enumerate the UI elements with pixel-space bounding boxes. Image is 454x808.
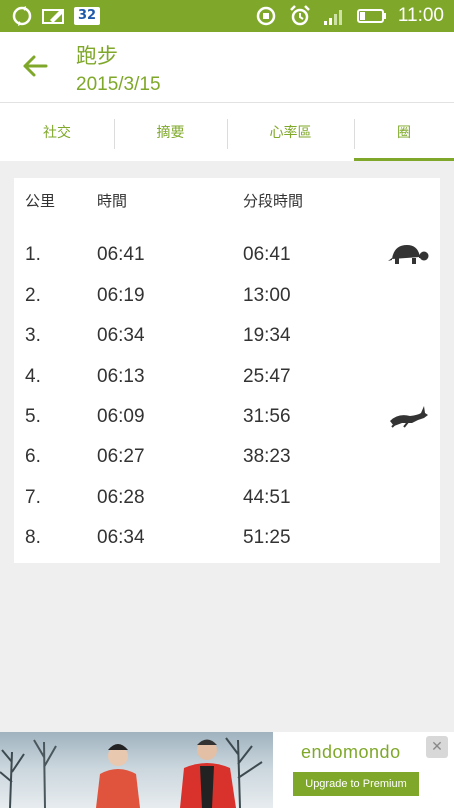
lap-row: 7. 06:28 44:51 [14, 478, 440, 518]
signal-icon [322, 5, 346, 27]
tab-label: 摘要 [156, 125, 185, 141]
column-header-km: 公里 [25, 192, 56, 210]
tab-heart-rate-zones[interactable]: 心率區 [227, 103, 354, 161]
lap-time: 06:41 [97, 244, 145, 265]
lap-time: 06:34 [97, 325, 145, 346]
lap-km: 2. [25, 285, 41, 306]
back-arrow-icon [22, 54, 48, 82]
status-bar: 32 11:00 [0, 0, 454, 32]
lap-split: 06:41 [243, 244, 291, 265]
lap-row: 6. 06:27 38:23 [14, 437, 440, 477]
laps-card: 公里 時間 分段時間 1. 06:41 06:41 2. 06:19 13:00… [14, 178, 440, 563]
lap-split: 25:47 [243, 366, 291, 387]
tab-social[interactable]: 社交 [0, 103, 114, 161]
lap-row: 3. 06:34 19:34 [14, 316, 440, 356]
lap-split: 19:34 [243, 325, 291, 346]
notification-badge: 32 [74, 7, 101, 25]
upgrade-premium-button[interactable]: Upgrade to Premium [293, 772, 419, 796]
lap-time: 06:19 [97, 285, 145, 306]
ad-photo [0, 737, 263, 808]
lap-km: 4. [25, 366, 41, 387]
lap-time: 06:13 [97, 366, 145, 387]
lap-km: 1. [25, 244, 41, 265]
ad-banner[interactable]: endomondo ✕ Upgrade to Premium [0, 732, 454, 808]
sync-icon [10, 5, 34, 27]
column-header-time: 時間 [97, 192, 128, 210]
lap-row: 8. 06:34 51:25 [14, 518, 440, 558]
lap-km: 8. [25, 527, 41, 548]
lap-time: 06:09 [97, 406, 145, 427]
rotate-lock-icon [254, 5, 278, 27]
tab-label: 心率區 [269, 125, 312, 141]
laps-header-row: 公里 時間 分段時間 [14, 181, 440, 221]
tab-laps[interactable]: 圈 [354, 103, 454, 161]
alarm-icon [288, 5, 312, 27]
lap-row: 5. 06:09 31:56 [14, 397, 440, 437]
status-time: 11:00 [397, 5, 444, 26]
tab-label: 圈 [397, 125, 411, 141]
lap-time: 06:28 [97, 487, 145, 508]
workout-date: 2015/3/15 [76, 74, 161, 95]
lap-split: 31:56 [243, 406, 291, 427]
tab-bar: 社交 摘要 心率區 圈 [0, 103, 454, 161]
column-header-split: 分段時間 [243, 192, 304, 210]
lap-split: 38:23 [243, 446, 291, 467]
lap-row: 4. 06:13 25:47 [14, 357, 440, 397]
battery-icon [356, 5, 388, 27]
lap-time: 06:34 [97, 527, 145, 548]
lap-split: 51:25 [243, 527, 291, 548]
tab-summary[interactable]: 摘要 [114, 103, 227, 161]
lap-time: 06:27 [97, 446, 145, 467]
lap-split: 13:00 [243, 285, 291, 306]
back-button[interactable] [20, 54, 50, 82]
page-title: 跑步 [76, 44, 118, 68]
tab-label: 社交 [43, 125, 71, 141]
lap-km: 3. [25, 325, 41, 346]
ad-cta-panel: endomondo ✕ Upgrade to Premium [273, 732, 454, 808]
edit-card-icon [42, 5, 66, 27]
endomondo-logo: endomondo [301, 742, 401, 762]
lap-row: 2. 06:19 13:00 [14, 276, 440, 316]
lap-split: 44:51 [243, 487, 291, 508]
app-header: 跑步 2015/3/15 [0, 32, 454, 103]
lap-km: 5. [25, 406, 41, 427]
lap-km: 7. [25, 487, 41, 508]
lap-row: 1. 06:41 06:41 [14, 235, 440, 275]
lap-km: 6. [25, 446, 41, 467]
close-icon[interactable]: ✕ [426, 736, 448, 758]
